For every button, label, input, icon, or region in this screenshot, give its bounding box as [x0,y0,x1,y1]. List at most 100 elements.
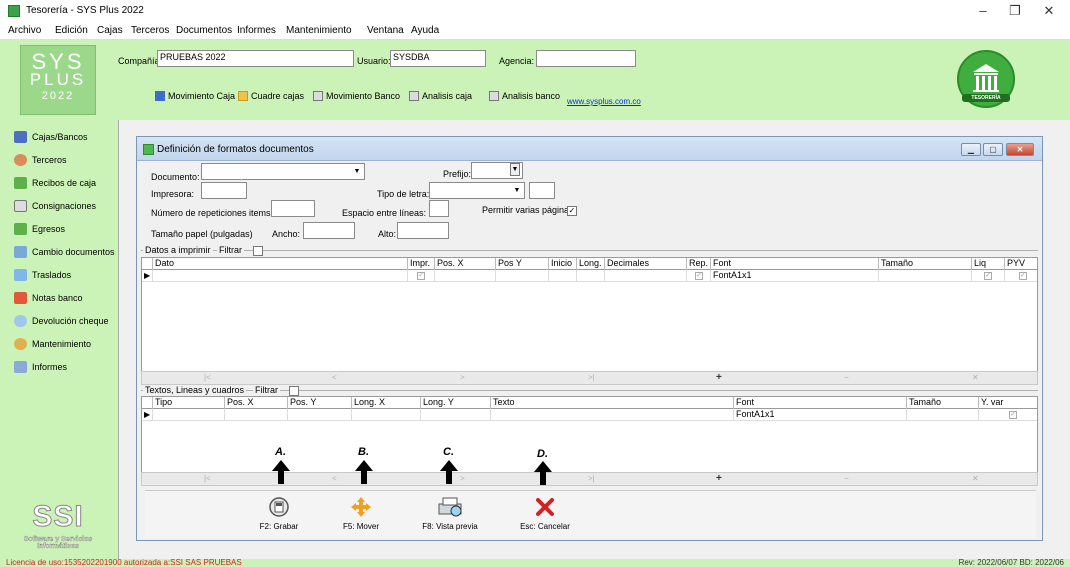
cell-impr[interactable]: ✓ [408,270,435,282]
prior-record-icon[interactable]: < [332,474,337,483]
menu-ventana[interactable]: Ventana [367,25,404,36]
repeticiones-field[interactable] [271,200,315,217]
last-record-icon[interactable]: >| [588,474,595,483]
ancho-field[interactable] [303,222,355,239]
grid2-col-tipo[interactable]: Tipo [153,397,225,409]
dialog-maximize-button[interactable]: ▢ [983,143,1003,156]
cell-yvar[interactable]: ✓ [979,409,1037,421]
tipo-letra-select[interactable]: ▼ [429,182,525,199]
cell-pyv[interactable]: ✓ [1005,270,1037,282]
menu-terceros[interactable]: Terceros [131,25,169,36]
grid1-col-liq[interactable]: Liq [972,258,1005,270]
grid1-col-pyv[interactable]: PYV [1005,258,1037,270]
cancel-edit-icon[interactable]: ✕ [972,373,979,382]
cell-rep[interactable]: ✓ [687,270,711,282]
first-record-icon[interactable]: |< [204,474,211,483]
add-record-icon[interactable]: + [716,473,722,484]
alto-field[interactable] [397,222,449,239]
menu-mantenimiento[interactable]: Mantenimiento [286,25,352,36]
cell-font[interactable]: FontA1x1 [711,270,879,282]
save-button[interactable]: F2: Grabar [249,496,309,531]
move-button[interactable]: F5: Mover [331,496,391,531]
cancel-button[interactable]: Esc: Cancelar [515,496,575,531]
preview-button[interactable]: F8: Vista previa [415,496,485,531]
grid1-table[interactable]: Dato Impr. Pos. X Pos Y Inicio Long. Dec… [141,257,1038,373]
close-button[interactable]: ✕ [1034,3,1064,19]
user-field[interactable]: SYSDBA [390,50,486,67]
sidebar-item-traslados[interactable]: Traslados [14,267,71,283]
sidebar-item-devolucion-cheque[interactable]: Devolución cheque [14,313,109,329]
espacio-field[interactable] [429,200,449,217]
sidebar-item-cajas-bancos[interactable]: Cajas/Bancos [14,129,88,145]
grid1-col-posx[interactable]: Pos. X [435,258,496,270]
menu-edicion[interactable]: Edición [55,25,88,36]
cell-longx[interactable] [352,409,421,421]
menu-cajas[interactable]: Cajas [97,25,123,36]
delete-record-icon[interactable]: − [844,373,849,382]
cell-liq[interactable]: ✓ [972,270,1005,282]
cell-tipo[interactable] [153,409,225,421]
grid1-col-tamano[interactable]: Tamaño [879,258,972,270]
next-record-icon[interactable]: > [460,373,465,382]
last-record-icon[interactable]: >| [588,373,595,382]
menu-ayuda[interactable]: Ayuda [411,25,439,36]
restore-button[interactable]: ❐ [1000,3,1030,19]
grid1-filter-checkbox[interactable] [253,246,263,256]
first-record-icon[interactable]: |< [204,373,211,382]
delete-record-icon[interactable]: − [844,474,849,483]
add-record-icon[interactable]: + [716,372,722,383]
cell-longy[interactable] [421,409,491,421]
prefijo-select[interactable]: ▼ [471,162,523,179]
grid2-col-texto[interactable]: Texto [491,397,734,409]
menu-informes[interactable]: Informes [237,25,276,36]
next-record-icon[interactable]: > [460,474,465,483]
dialog-close-button[interactable]: ✕ [1006,143,1034,156]
table-row[interactable]: ▶ ✓ ✓ FontA1x1 ✓ ✓ [142,270,1037,282]
cell-posx[interactable] [225,409,288,421]
dialog-minimize-button[interactable]: ▁ [961,143,981,156]
grid2-col-longy[interactable]: Long. Y [421,397,491,409]
sidebar-item-notas-banco[interactable]: Notas banco [14,290,83,306]
sidebar-item-mantenimiento[interactable]: Mantenimiento [14,336,91,352]
cell-font[interactable]: FontA1x1 [734,409,907,421]
sidebar-item-consignaciones[interactable]: Consignaciones [14,198,96,214]
grid2-filter-checkbox[interactable] [289,386,299,396]
tamano-letra-field[interactable] [529,182,555,199]
sidebar-item-recibos-caja[interactable]: Recibos de caja [14,175,96,191]
grid2-col-font[interactable]: Font [734,397,907,409]
varias-paginas-checkbox[interactable]: ✓ [567,206,577,216]
prior-record-icon[interactable]: < [332,373,337,382]
menu-archivo[interactable]: Archivo [8,25,41,36]
cancel-edit-icon[interactable]: ✕ [972,474,979,483]
table-row[interactable]: ▶ FontA1x1 ✓ [142,409,1037,421]
grid2-col-yvar[interactable]: Y. var [979,397,1037,409]
cell-tamano[interactable] [907,409,979,421]
grid1-col-long[interactable]: Long. [577,258,605,270]
agency-field[interactable] [536,50,636,67]
movimiento-caja-button[interactable]: Movimiento Caja [155,89,235,103]
grid1-col-posy[interactable]: Pos Y [496,258,549,270]
analisis-caja-button[interactable]: Analisis caja [409,89,472,103]
cuadre-cajas-button[interactable]: Cuadre cajas [238,89,304,103]
grid1-col-dato[interactable]: Dato [153,258,408,270]
cell-tamano[interactable] [879,270,972,282]
cell-decimales[interactable] [605,270,687,282]
analisis-banco-button[interactable]: Analisis banco [489,89,560,103]
grid1-col-impr[interactable]: Impr. [408,258,435,270]
minimize-button[interactable]: – [968,3,998,19]
grid1-col-font[interactable]: Font [711,258,879,270]
menu-documentos[interactable]: Documentos [176,25,232,36]
grid2-col-posx[interactable]: Pos. X [225,397,288,409]
impresora-field[interactable] [201,182,247,199]
sidebar-item-egresos[interactable]: Egresos [14,221,65,237]
documento-select[interactable]: ▼ [201,163,365,180]
cell-posy[interactable] [288,409,352,421]
cell-texto[interactable] [491,409,734,421]
sidebar-item-informes[interactable]: Informes [14,359,67,375]
cell-dato[interactable] [153,270,408,282]
grid1-col-inicio[interactable]: Inicio [549,258,577,270]
grid1-col-decimales[interactable]: Decimales [605,258,687,270]
cell-posy[interactable] [496,270,549,282]
cell-inicio[interactable] [549,270,577,282]
sidebar-item-terceros[interactable]: Terceros [14,152,67,168]
